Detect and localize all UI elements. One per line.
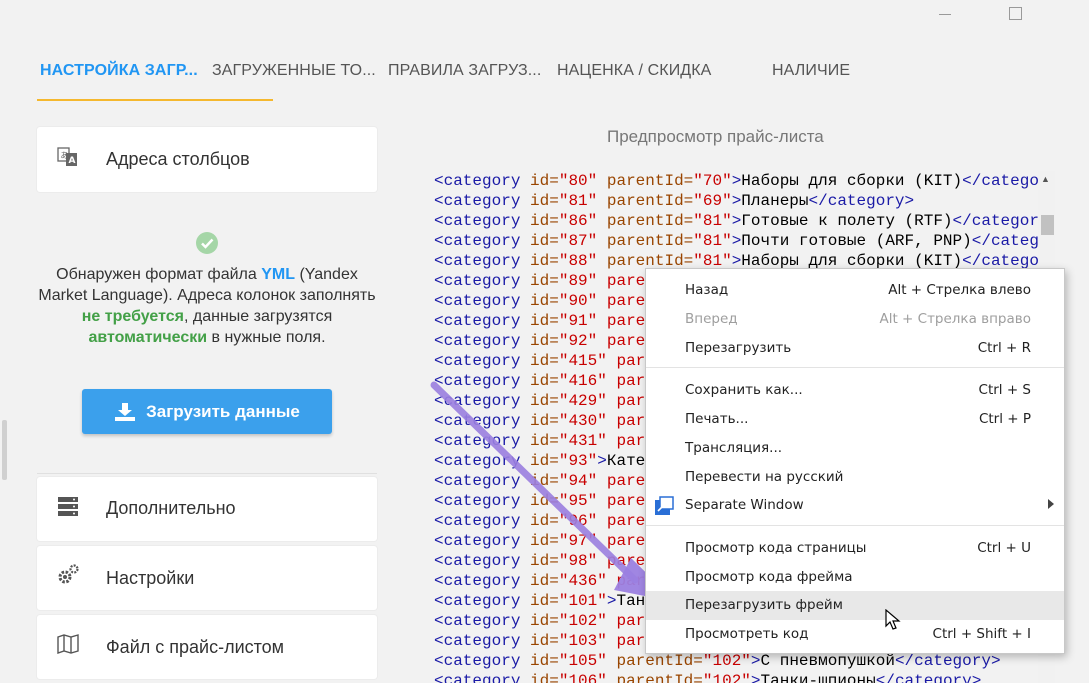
submenu-arrow-icon xyxy=(1048,499,1054,509)
column-addresses-label: Адреса столбцов xyxy=(106,149,250,169)
additional-card[interactable]: Дополнительно xyxy=(37,477,377,541)
maximize-icon[interactable] xyxy=(1009,7,1022,20)
menu-separator xyxy=(646,367,1064,368)
preview-scroll-thumb[interactable] xyxy=(1041,215,1054,235)
tab-availability[interactable]: НАЛИЧИЕ xyxy=(772,62,850,80)
code-line: <category id="80" parentId="70">Наборы д… xyxy=(434,172,1038,190)
tab-markup-discount[interactable]: НАЦЕНКА / СКИДКА xyxy=(557,62,711,80)
upload-data-label: Загрузить данные xyxy=(146,401,300,421)
translate-icon: あ A xyxy=(57,147,77,166)
menu-item-inspect[interactable]: Просмотреть код Ctrl + Shift + I xyxy=(646,620,1064,649)
download-icon xyxy=(115,402,136,421)
code-line: <category id="81" parentId="69">Планеры<… xyxy=(434,192,915,210)
menu-item-separate-window[interactable]: Separate Window xyxy=(646,491,1064,520)
menu-separator xyxy=(646,525,1064,526)
tab-load-rules[interactable]: ПРАВИЛА ЗАГРУЗ... xyxy=(388,62,541,80)
additional-label: Дополнительно xyxy=(106,498,236,518)
menu-item-print[interactable]: Печать... Ctrl + P xyxy=(646,405,1064,434)
mouse-cursor-icon xyxy=(885,609,901,630)
menu-item-translate[interactable]: Перевести на русский xyxy=(646,463,1064,492)
preview-title: Предпросмотр прайс-листа xyxy=(607,127,824,146)
separate-window-icon xyxy=(655,496,674,515)
upload-data-button[interactable]: Загрузить данные xyxy=(82,389,332,434)
menu-item-forward[interactable]: Вперед Alt + Стрелка вправо xyxy=(646,305,1064,334)
menu-item-cast[interactable]: Трансляция... xyxy=(646,434,1064,463)
menu-item-view-page-source[interactable]: Просмотр кода страницы Ctrl + U xyxy=(646,534,1064,563)
price-file-label: Файл с прайс-листом xyxy=(106,637,285,657)
code-line: <category id="87" parentId="81">Почти го… xyxy=(434,232,1038,250)
success-check-icon xyxy=(196,232,218,254)
code-line: <category id="105" parentId="102">С пнев… xyxy=(434,652,1001,670)
menu-item-reload-frame[interactable]: Перезагрузить фрейм xyxy=(646,591,1064,620)
tab-upload-settings[interactable]: НАСТРОЙКА ЗАГР... xyxy=(40,62,198,80)
left-scrollbar[interactable] xyxy=(2,420,7,480)
gears-icon xyxy=(58,564,79,584)
menu-item-view-frame-source[interactable]: Просмотр кода фрейма xyxy=(646,563,1064,592)
code-line: <category id="106" parentId="102">Танки-… xyxy=(434,672,982,683)
format-info-text: Обнаружен формат файла YML (Yandex Marke… xyxy=(38,266,376,346)
server-icon xyxy=(58,497,78,516)
scroll-up-icon[interactable]: ▲ xyxy=(1041,174,1050,184)
map-icon xyxy=(57,634,79,654)
active-tab-indicator xyxy=(37,99,273,101)
menu-item-save-as[interactable]: Сохранить как... Ctrl + S xyxy=(646,376,1064,405)
code-line: <category id="86" parentId="81">Готовые … xyxy=(434,212,1038,230)
column-addresses-card[interactable]: あ A Адреса столбцов xyxy=(37,127,377,192)
tab-loaded-items[interactable]: ЗАГРУЖЕННЫЕ ТО... xyxy=(212,62,376,80)
settings-label: Настройки xyxy=(106,568,195,588)
minimize-icon[interactable] xyxy=(939,14,951,15)
svg-text:あ: あ xyxy=(61,151,69,160)
svg-text:A: A xyxy=(69,156,76,166)
context-menu: Назад Alt + Стрелка влево Вперед Alt + Стр… xyxy=(645,268,1065,654)
menu-item-back[interactable]: Назад Alt + Стрелка влево xyxy=(646,276,1064,305)
divider xyxy=(37,473,377,474)
settings-card[interactable]: Настройки xyxy=(37,546,377,610)
price-file-card[interactable]: Файл с прайс-листом xyxy=(37,615,377,679)
menu-item-reload[interactable]: Перезагрузить Ctrl + R xyxy=(646,334,1064,363)
